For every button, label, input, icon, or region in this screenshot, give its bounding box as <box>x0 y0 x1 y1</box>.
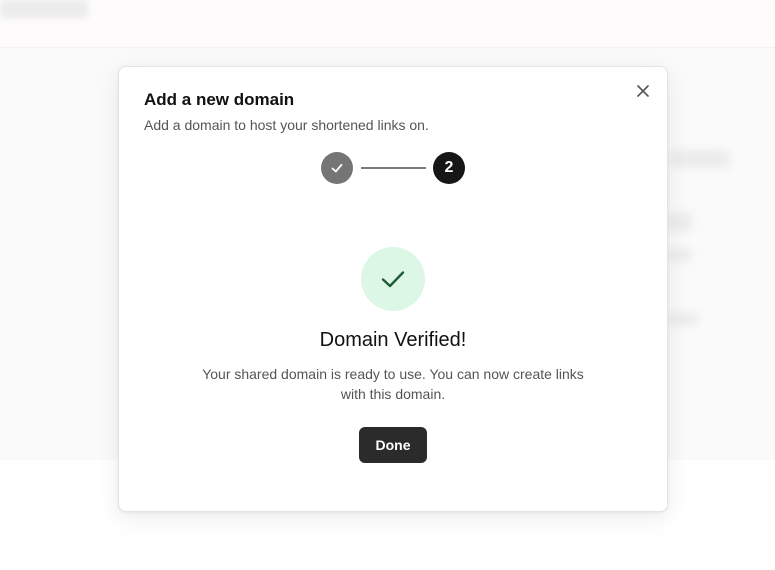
modal-title: Add a new domain <box>144 90 295 109</box>
success-badge <box>361 247 425 311</box>
background-blurred-element <box>670 150 730 168</box>
modal-subtitle: Add a domain to host your shortened link… <box>144 117 429 133</box>
done-button[interactable]: Done <box>359 427 427 463</box>
success-description: Your shared domain is ready to use. You … <box>202 366 584 402</box>
add-domain-modal: Add a new domain Add a domain to host yo… <box>118 66 668 512</box>
close-icon <box>637 85 649 97</box>
background-logo <box>0 0 88 18</box>
stepper: 2 <box>321 151 467 185</box>
step-1-completed <box>321 152 353 184</box>
background-topbar <box>0 0 775 48</box>
background-blurred-element <box>668 248 692 262</box>
background-blurred-element <box>668 312 698 326</box>
check-icon <box>381 271 405 288</box>
success-title: Domain Verified! <box>319 329 467 351</box>
background-blurred-element <box>668 212 692 232</box>
close-button[interactable] <box>633 81 653 101</box>
step-connector <box>361 167 426 169</box>
step-2-active: 2 <box>433 152 465 184</box>
check-icon <box>331 163 343 173</box>
